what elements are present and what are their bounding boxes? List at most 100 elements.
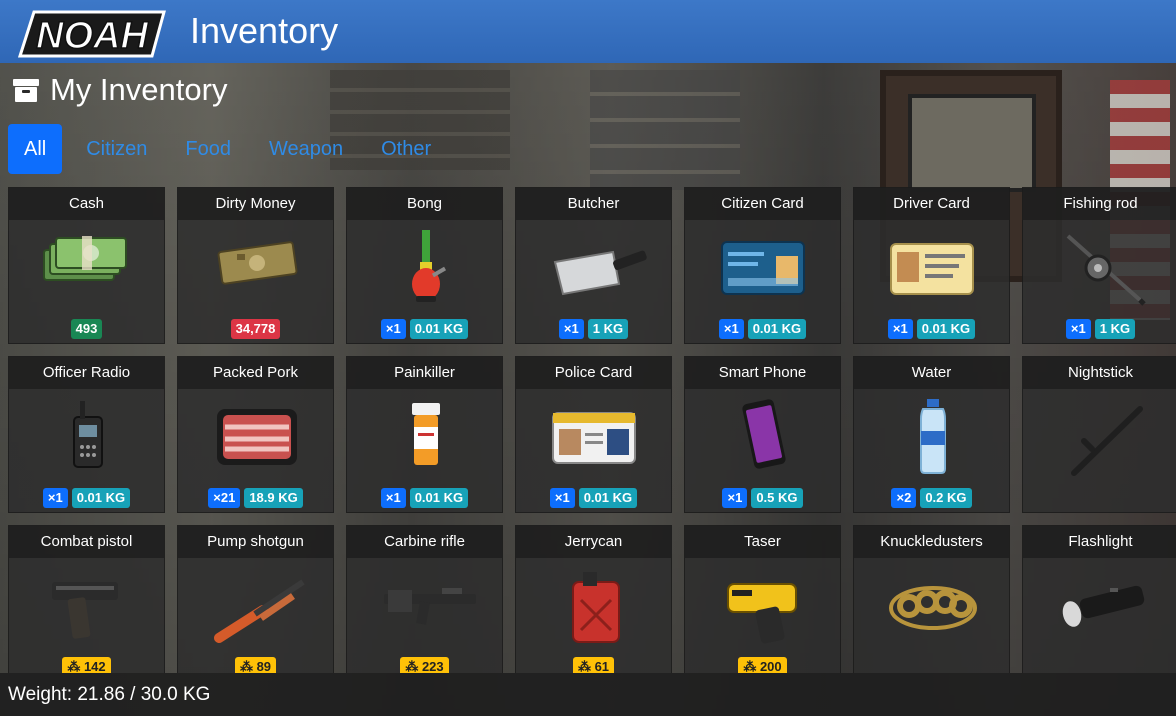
background-shelf xyxy=(590,70,740,190)
item-image xyxy=(347,391,504,481)
item-image xyxy=(1023,560,1176,650)
item-count-badge: ×1 xyxy=(380,319,406,339)
item-badges: ×1 0.01 KG xyxy=(685,319,840,339)
item-badges: ×1 0.01 KG xyxy=(347,488,502,508)
tab-other[interactable]: Other xyxy=(365,124,447,174)
tab-weapon[interactable]: Weapon xyxy=(253,124,359,174)
item-image xyxy=(854,391,1011,481)
ammo-count-badge: ⁂ 200 xyxy=(738,657,787,673)
driver-card-icon xyxy=(889,243,974,295)
item-weight-badge: 0.01 KG xyxy=(747,319,807,339)
inventory-item[interactable]: Painkiller ×1 0.01 KG xyxy=(346,356,503,513)
noah-logo: NOAH xyxy=(17,10,166,58)
item-name: Combat pistol xyxy=(9,526,164,558)
jerrycan-icon xyxy=(571,572,620,643)
item-image xyxy=(347,560,504,650)
archive-box-icon xyxy=(13,79,39,102)
fishing-rod-icon xyxy=(1066,234,1146,306)
inventory-item[interactable]: Cash 493 xyxy=(8,187,165,344)
inventory-item[interactable]: Bong ×1 0.01 KG xyxy=(346,187,503,344)
inventory-item[interactable]: Nightstick xyxy=(1022,356,1176,513)
item-weight-badge: 0.5 KG xyxy=(751,488,803,508)
inventory-item[interactable]: Police Card ×1 0.01 KG xyxy=(515,356,672,513)
item-image xyxy=(685,391,842,481)
item-name: Taser xyxy=(685,526,840,558)
tab-all[interactable]: All xyxy=(8,124,63,174)
item-image xyxy=(516,391,673,481)
item-name: Citizen Card xyxy=(685,188,840,220)
inventory-item[interactable]: Fishing rod ×1 1 KG xyxy=(1022,187,1176,344)
shotgun-icon xyxy=(213,579,305,643)
item-badges: 493 xyxy=(9,319,164,339)
tab-citizen[interactable]: Citizen xyxy=(70,124,163,174)
item-badges: ×1 1 KG xyxy=(516,319,671,339)
taser-icon xyxy=(726,583,797,644)
item-count-badge: ×21 xyxy=(208,488,241,508)
page-title-text: My Inventory xyxy=(50,72,228,107)
item-name: Jerrycan xyxy=(516,526,671,558)
ammo-count-badge: ⁂ 142 xyxy=(62,657,111,673)
inventory-item[interactable]: Dirty Money 34,778 xyxy=(177,187,334,344)
item-image xyxy=(9,391,166,481)
item-badges: ×1 0.01 KG xyxy=(9,488,164,508)
app-title: Inventory xyxy=(190,10,339,51)
inventory-item[interactable]: Taser ⁂ 200 xyxy=(684,525,841,673)
item-name: Smart Phone xyxy=(685,357,840,389)
item-weight-badge: 0.01 KG xyxy=(916,319,976,339)
inventory-item[interactable]: Pump shotgun ⁂ 89 xyxy=(177,525,334,673)
item-image xyxy=(685,222,842,312)
item-weight-badge: 0.01 KG xyxy=(409,319,469,339)
item-image xyxy=(1023,222,1176,312)
tab-food[interactable]: Food xyxy=(169,124,247,174)
inventory-item[interactable]: Carbine rifle ⁂ 223 xyxy=(346,525,503,673)
money-amount-badge: 34,778 xyxy=(230,319,281,339)
item-badges: ×1 0.5 KG xyxy=(685,488,840,508)
nightstick-icon xyxy=(1070,406,1143,476)
item-weight-badge: 18.9 KG xyxy=(244,488,303,508)
item-image xyxy=(516,222,673,312)
smartphone-icon xyxy=(741,399,786,469)
item-count-badge: ×1 xyxy=(718,319,744,339)
inventory-item[interactable]: Water ×2 0.2 KG xyxy=(853,356,1010,513)
page-title: My Inventory xyxy=(12,72,227,108)
item-image xyxy=(854,560,1011,650)
knuckledusters-icon xyxy=(888,586,977,630)
item-image xyxy=(178,560,335,650)
item-badges: 34,778 xyxy=(178,319,333,339)
item-badges: ⁂ 61 xyxy=(516,657,671,673)
item-image xyxy=(9,560,166,650)
item-name: Carbine rifle xyxy=(347,526,502,558)
item-count-badge: ×1 xyxy=(887,319,913,339)
item-count-badge: ×2 xyxy=(891,488,917,508)
money-amount-badge: 493 xyxy=(70,319,103,339)
item-name: Water xyxy=(854,357,1009,389)
item-image xyxy=(347,222,504,312)
pill-bottle-icon xyxy=(411,403,440,465)
pistol-icon xyxy=(51,582,118,639)
inventory-item[interactable]: Packed Pork ×21 18.9 KG xyxy=(177,356,334,513)
inventory-item[interactable]: Officer Radio ×1 0.01 KG xyxy=(8,356,165,513)
item-name: Driver Card xyxy=(854,188,1009,220)
inventory-item[interactable]: Combat pistol ⁂ 142 xyxy=(8,525,165,673)
item-name: Pump shotgun xyxy=(178,526,333,558)
item-image xyxy=(178,222,335,312)
item-name: Fishing rod xyxy=(1023,188,1176,220)
item-image xyxy=(854,222,1011,312)
item-count-badge: ×1 xyxy=(722,488,748,508)
item-name: Bong xyxy=(347,188,502,220)
item-count-badge: ×1 xyxy=(1065,319,1091,339)
inventory-item[interactable]: Driver Card ×1 0.01 KG xyxy=(853,187,1010,344)
inventory-item[interactable]: Smart Phone ×1 0.5 KG xyxy=(684,356,841,513)
inventory-item[interactable]: Butcher ×1 1 KG xyxy=(515,187,672,344)
inventory-item[interactable]: Knuckledusters xyxy=(853,525,1010,673)
inventory-item[interactable]: Citizen Card ×1 0.01 KG xyxy=(684,187,841,344)
rifle-icon xyxy=(383,588,476,625)
inventory-item[interactable]: Flashlight xyxy=(1022,525,1176,673)
item-name: Painkiller xyxy=(347,357,502,389)
item-name: Cash xyxy=(9,188,164,220)
item-name: Officer Radio xyxy=(9,357,164,389)
item-badges: ×1 0.01 KG xyxy=(347,319,502,339)
weight-text: Weight: 21.86 / 30.0 KG xyxy=(8,683,211,705)
item-badges: ×1 0.01 KG xyxy=(854,319,1009,339)
inventory-item[interactable]: Jerrycan ⁂ 61 xyxy=(515,525,672,673)
